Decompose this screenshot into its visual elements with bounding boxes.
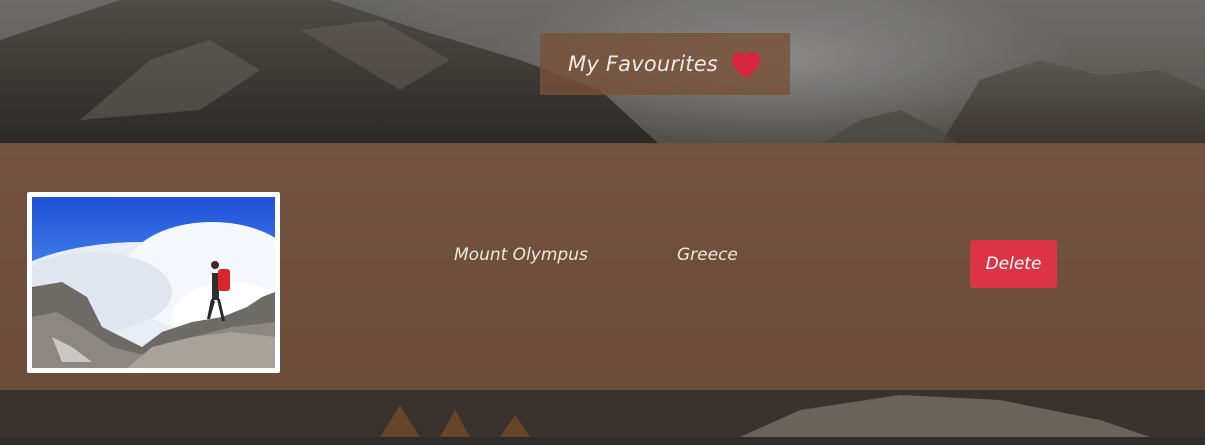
favourite-image-frame xyxy=(27,192,280,373)
page-bottom-bar xyxy=(0,437,1205,445)
favourite-name: Mount Olympus xyxy=(454,245,588,265)
favourite-image xyxy=(32,197,275,368)
page-title-box: My Favourites xyxy=(540,33,790,95)
delete-button[interactable]: Delete xyxy=(970,240,1057,288)
heart-icon xyxy=(731,52,760,78)
page-title: My Favourites xyxy=(568,52,718,76)
favourite-country: Greece xyxy=(677,245,738,265)
